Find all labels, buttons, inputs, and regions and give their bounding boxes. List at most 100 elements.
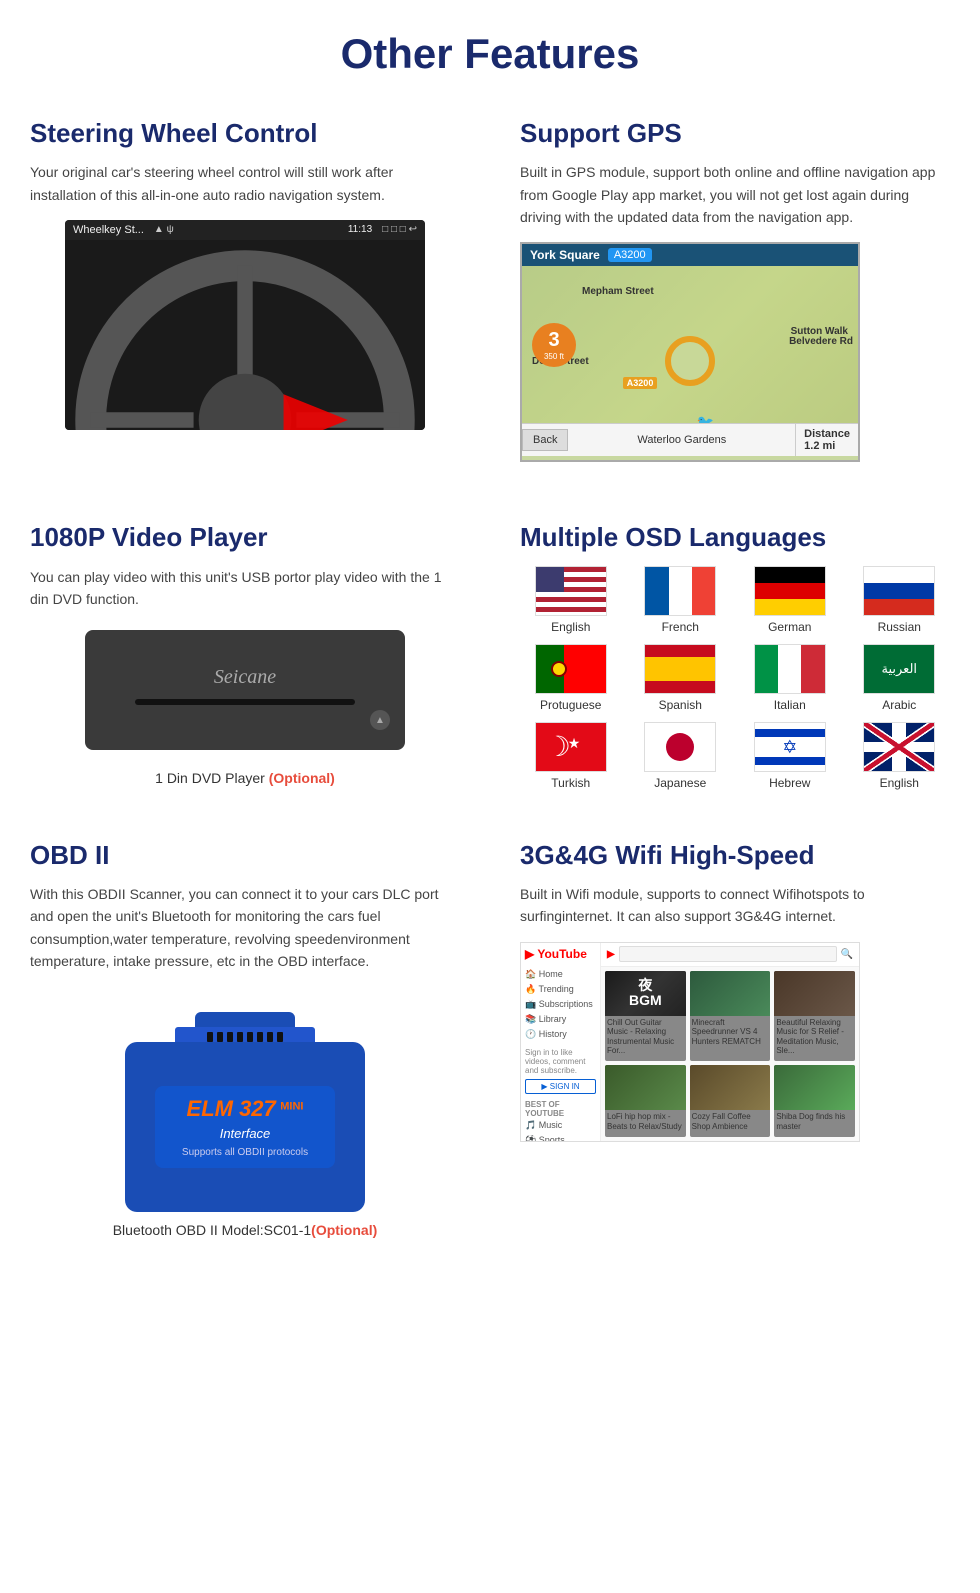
gps-title: Support GPS [520,118,950,149]
yt-video-1-title: Chill Out Guitar Music - Relaxing Instru… [605,1016,686,1058]
yt-thumb-4-img [605,1065,686,1110]
pin2 [217,1032,223,1042]
turkey-star: ★ [568,735,581,752]
lang-russian: Russian [849,566,951,634]
yt-search-icon[interactable]: 🔍 [841,949,853,960]
time-label: 11:13 [348,224,372,235]
gps-road-badge: A3200 [608,248,652,262]
pin4 [237,1032,243,1042]
obd-body: With this OBDII Scanner, you can connect… [30,883,460,973]
steering-title: Steering Wheel Control [30,118,460,149]
yt-signin-button[interactable]: ▶ SIGN IN [525,1079,596,1094]
yt-video-6: Shiba Dog finds his master [774,1065,855,1136]
hebrew-label: Hebrew [769,776,810,790]
flag-turkey: ☽ ★ [535,722,607,772]
yt-music: 🎵 Music [525,1118,596,1133]
uk-flag-inner [864,723,934,771]
yt-thumb-6-img [774,1065,855,1110]
dvd-caption: 1 Din DVD Player (Optional) [30,770,460,786]
uk-red-cross [864,723,934,771]
german-label: German [768,620,811,634]
yt-sports: ⚽ Sports [525,1133,596,1142]
obd-elm-text: ELM 327 [187,1096,276,1121]
flag-portugal [535,644,607,694]
gps-back-button[interactable]: Back [522,429,568,451]
lang-arabic: العربية Arabic [849,644,951,712]
dvd-caption-optional: (Optional) [269,770,335,786]
arabic-label: Arabic [882,698,916,712]
pin5 [247,1032,253,1042]
spain-flag-inner [645,645,715,693]
gps-distance-value: Distance 1.2 mi [795,424,858,456]
steering-body: Your original car's steering wheel contr… [30,161,460,206]
steering-content [65,240,425,430]
roundabout [665,336,715,386]
lang-italian: Italian [739,644,841,712]
israel-stripe-top [755,729,825,737]
obd-interface-text: Interface [171,1126,319,1141]
yt-search-box[interactable] [619,946,837,962]
lang-portuguese: Protuguese [520,644,622,712]
italy-green [755,645,778,693]
dvd-slot [135,699,355,705]
gps-roads: Mepham Street Sutton Walk Doon Street Be… [522,266,858,456]
flag-israel: ✡ [754,722,826,772]
yt-video-5-title: Cozy Fall Coffee Shop Ambience [690,1110,771,1133]
french-label: French [662,620,699,634]
obd-main-body: ELM 327 MINI Interface Supports all OBDI… [125,1042,365,1212]
italy-flag-inner [755,645,825,693]
yt-library: 📚 Library [525,1012,596,1027]
spanish-label: Spanish [659,698,702,712]
pin8 [277,1032,283,1042]
pin3 [227,1032,233,1042]
wifi-title: 3G&4G Wifi High-Speed [520,840,950,871]
yt-video-3-title: Beautiful Relaxing Music for S Relief - … [774,1016,855,1058]
germany-red [755,583,825,599]
obd-device-container: ELM 327 MINI Interface Supports all OBDI… [125,1012,365,1212]
flag-russia [863,566,935,616]
distance-ft: 350 ft [544,352,564,361]
yt-thumb-2-img [690,971,771,1016]
gps-cell: Support GPS Built in GPS module, support… [490,98,980,502]
english-uk-label: English [880,776,919,790]
languages-grid-row2: Protuguese Spanish [520,644,950,712]
steering-cell: Steering Wheel Control Your original car… [0,98,490,502]
yt-thumb-5-img [690,1065,771,1110]
flag-france [644,566,716,616]
signal-icon: ▲ ψ [154,224,174,235]
flag-japan [644,722,716,772]
yt-logo: ▶ YouTube [525,947,596,961]
video-cell: 1080P Video Player You can play video wi… [0,502,490,819]
flag-saudi: العربية [863,644,935,694]
yt-best-of: BEST OF YOUTUBE [525,1100,596,1118]
spain-yellow [645,657,715,681]
obd-label-box: ELM 327 MINI Interface Supports all OBDI… [155,1086,335,1168]
languages-title: Multiple OSD Languages [520,522,950,553]
yt-home: 🏠 Home [525,967,596,982]
france-white [669,567,692,615]
italy-white [778,645,801,693]
gps-body: Built in GPS module, support both online… [520,161,950,228]
flag-usa [535,566,607,616]
portuguese-label: Protuguese [540,698,601,712]
israel-stripe-bottom [755,757,825,765]
pin7 [267,1032,273,1042]
gps-footer: Back Waterloo Gardens Distance 1.2 mi [522,423,858,456]
yt-header-logo: ▶ [607,949,615,960]
video-body: You can play video with this unit's USB … [30,566,460,611]
mepham-label: Mepham Street [582,286,654,297]
spain-red-top [645,645,715,657]
a3200-road-label: A3200 [623,377,658,389]
yt-thumb-3-img [774,971,855,1016]
obd-caption-prefix: Bluetooth OBD II Model:SC01-1 [113,1222,311,1238]
yt-video-2: Minecraft Speedrunner VS 4 Hunters REMAT… [690,971,771,1062]
turkey-flag-inner: ☽ ★ [536,723,606,771]
dvd-player-image: Seicane ▲ [85,630,405,750]
yt-main: ▶ 🔍 夜BGM Chill Out Guitar Music - Relaxi… [601,943,859,1141]
flag-spain [644,644,716,694]
yt-sidebar: ▶ YouTube 🏠 Home 🔥 Trending 📺 Subscripti… [521,943,601,1141]
russia-blue [864,583,934,599]
dvd-eject-button[interactable]: ▲ [370,710,390,730]
yt-subscriptions: 📺 Subscriptions [525,997,596,1012]
belvedere-label: Belvedere Rd [789,336,853,347]
